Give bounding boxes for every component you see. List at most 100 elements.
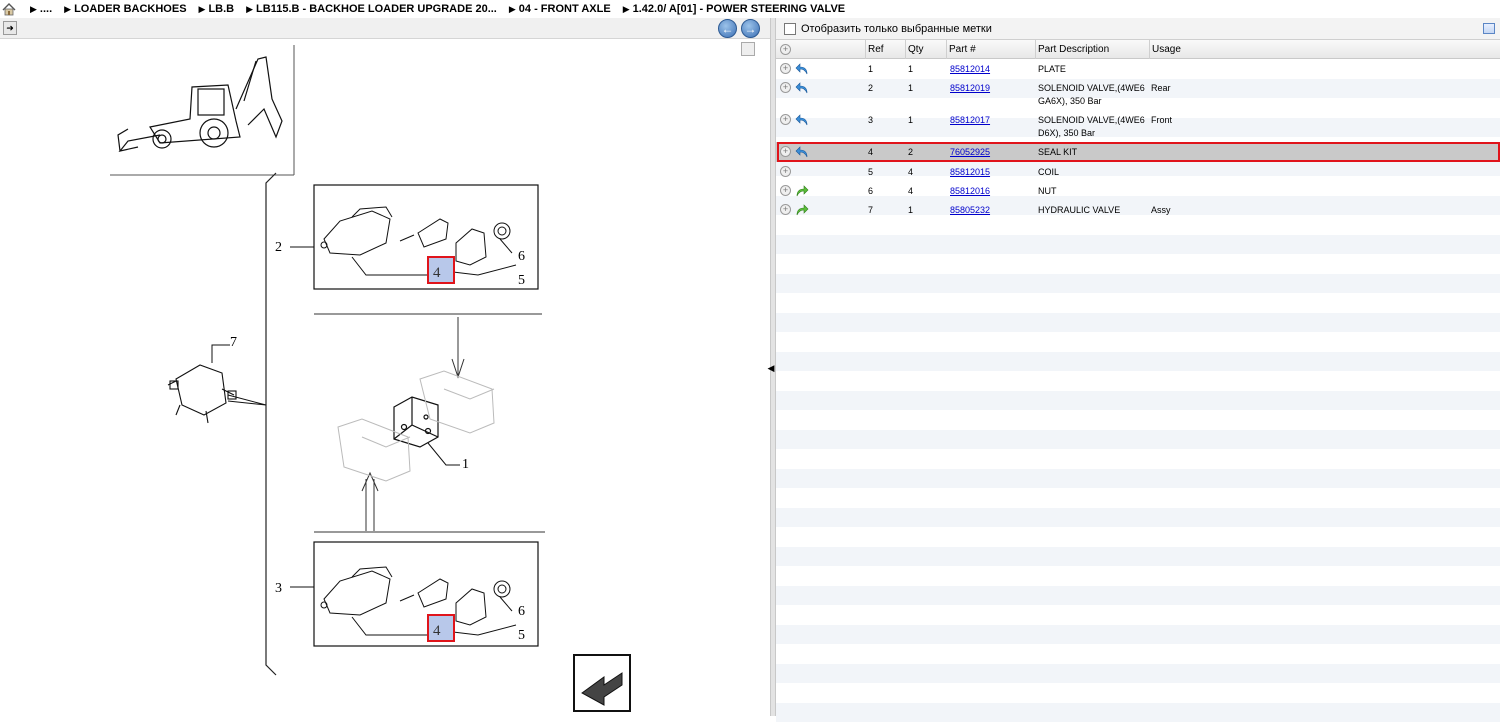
grid-stripe [776, 469, 1500, 489]
grid-stripe [776, 430, 1500, 450]
part-number-link[interactable]: 85805232 [950, 204, 990, 217]
table-row[interactable]: +1185812014PLATE [776, 59, 1500, 78]
drawing-scroll-handle[interactable] [741, 42, 755, 56]
breadcrumb-item-root[interactable]: ▶.... [30, 3, 52, 15]
cell-qty: 1 [908, 63, 913, 76]
column-qty[interactable]: Qty [905, 40, 946, 59]
triangle-right-icon: ▶ [623, 4, 630, 15]
grid-stripe [776, 527, 1500, 547]
return-arrow-icon[interactable] [795, 82, 809, 94]
cell-qty: 4 [908, 166, 913, 179]
column-usage[interactable]: Usage [1149, 40, 1500, 59]
column-ref[interactable]: Ref [865, 40, 905, 59]
callout-7: 7 [230, 335, 237, 350]
add-to-cart-icon[interactable]: + [780, 166, 791, 177]
triangle-right-icon: ▶ [246, 4, 253, 15]
cell-qty: 1 [908, 114, 913, 127]
add-to-cart-icon[interactable]: + [780, 82, 791, 93]
cell-ref: 1 [868, 63, 873, 76]
grid-stripe [776, 703, 1500, 722]
cell-description: SOLENOID VALVE,(4WE6 [1038, 114, 1145, 127]
table-row[interactable]: +4276052925SEAL KIT [776, 142, 1500, 162]
part-number-link[interactable]: 85812019 [950, 82, 990, 95]
parts-grid-header: + Ref Qty Part # Part Description Usage [776, 40, 1500, 59]
hydraulic-valve-block [394, 397, 438, 447]
triangle-right-icon: ▶ [30, 4, 37, 15]
cell-qty: 1 [908, 204, 913, 217]
callout-6-bottom: 6 [518, 604, 525, 619]
next-page-icon[interactable] [574, 655, 630, 711]
table-row[interactable]: +5485812015COIL [776, 162, 1500, 181]
drawing-pane: ➜ ← → [0, 18, 770, 716]
grid-stripe [776, 547, 1500, 567]
selection-highlight [777, 142, 1500, 162]
grid-stripe [776, 586, 1500, 606]
arrow-right-icon[interactable]: → [741, 19, 760, 38]
column-part-description[interactable]: Part Description [1035, 40, 1149, 59]
return-arrow-icon[interactable] [795, 63, 809, 75]
callout-3: 3 [275, 581, 282, 596]
grid-stripe [776, 352, 1500, 372]
breadcrumb-item-power-steering-valve[interactable]: ▶1.42.0/ A[01] - POWER STEERING VALVE [623, 3, 845, 15]
add-to-cart-icon[interactable]: + [780, 63, 791, 74]
grid-stripe [776, 293, 1500, 313]
parts-grid-body: +1185812014PLATE+2185812019SOLENOID VALV… [776, 59, 1500, 716]
table-row[interactable]: +3185812017SOLENOID VALVE,(4WE6FrontD6X)… [776, 110, 1500, 142]
grid-stripe [776, 508, 1500, 528]
grid-stripe [776, 254, 1500, 274]
part-number-link[interactable]: 85812017 [950, 114, 990, 127]
cell-usage: Assy [1151, 204, 1171, 217]
expand-icon[interactable]: ➜ [3, 21, 17, 35]
arrow-left-icon[interactable]: ← [718, 19, 737, 38]
cell-ref: 2 [868, 82, 873, 95]
breadcrumb-item-loader-backhoes[interactable]: ▶LOADER BACKHOES [64, 3, 186, 15]
add-to-cart-icon[interactable]: + [780, 185, 791, 196]
valve-ghost-upper [420, 371, 494, 433]
grid-stripe [776, 566, 1500, 586]
table-row[interactable]: +2185812019SOLENOID VALVE,(4WE6RearGA6X)… [776, 78, 1500, 110]
callout-2: 2 [275, 240, 282, 255]
grid-stripe [776, 371, 1500, 391]
breadcrumb-item-lbb[interactable]: ▶LB.B [199, 3, 235, 15]
splitter-collapse-icon[interactable]: ◀ [768, 355, 774, 381]
grid-stripe [776, 683, 1500, 703]
breadcrumb-item-front-axle[interactable]: ▶04 - FRONT AXLE [509, 3, 611, 15]
valve-ghost-lower [338, 419, 410, 481]
grid-stripe [776, 449, 1500, 469]
green-arrow-icon[interactable] [795, 204, 809, 216]
grid-stripe [776, 332, 1500, 352]
callout-4-highlight-lower[interactable] [428, 615, 454, 641]
breadcrumb-item-model[interactable]: ▶LB115.B - BACKHOE LOADER UPGRADE 20... [246, 3, 497, 15]
grid-stripe [776, 235, 1500, 255]
green-arrow-icon[interactable] [795, 185, 809, 197]
part-number-link[interactable]: 85812015 [950, 166, 990, 179]
return-arrow-icon[interactable] [795, 114, 809, 126]
cell-description: HYDRAULIC VALVE [1038, 204, 1120, 217]
column-part-number[interactable]: Part # [946, 40, 1035, 59]
cell-qty: 1 [908, 82, 913, 95]
part-number-link[interactable]: 85812016 [950, 185, 990, 198]
cell-ref: 3 [868, 114, 873, 127]
parts-pane: Отобразить только выбранные метки + Ref … [776, 18, 1500, 716]
cell-description: NUT [1038, 185, 1057, 198]
show-selected-only-checkbox[interactable] [784, 23, 796, 35]
table-row[interactable]: +6485812016NUT [776, 181, 1500, 200]
add-to-cart-icon[interactable]: + [780, 204, 791, 215]
home-icon[interactable] [0, 0, 18, 18]
show-selected-only-label: Отобразить только выбранные метки [801, 23, 992, 35]
cell-description: SOLENOID VALVE,(4WE6 [1038, 82, 1145, 95]
cell-description: COIL [1038, 166, 1059, 179]
breadcrumb: ▶.... ▶LOADER BACKHOES ▶LB.B ▶LB115.B - … [0, 0, 1500, 18]
grid-stripe [776, 313, 1500, 333]
add-to-cart-icon[interactable]: + [780, 114, 791, 125]
add-all-icon[interactable]: + [780, 44, 791, 55]
list-view-icon[interactable] [1483, 23, 1495, 34]
part-number-link[interactable]: 85812014 [950, 63, 990, 76]
triangle-right-icon: ▶ [199, 4, 206, 15]
hydraulic-valve-assembly [168, 365, 236, 423]
callout-4-highlight[interactable] [428, 257, 454, 283]
drawing-toolbar: ➜ ← → [0, 18, 770, 39]
table-row[interactable]: +7185805232HYDRAULIC VALVEAssy [776, 200, 1500, 219]
triangle-right-icon: ▶ [64, 4, 71, 15]
callout-1: 1 [462, 457, 469, 472]
